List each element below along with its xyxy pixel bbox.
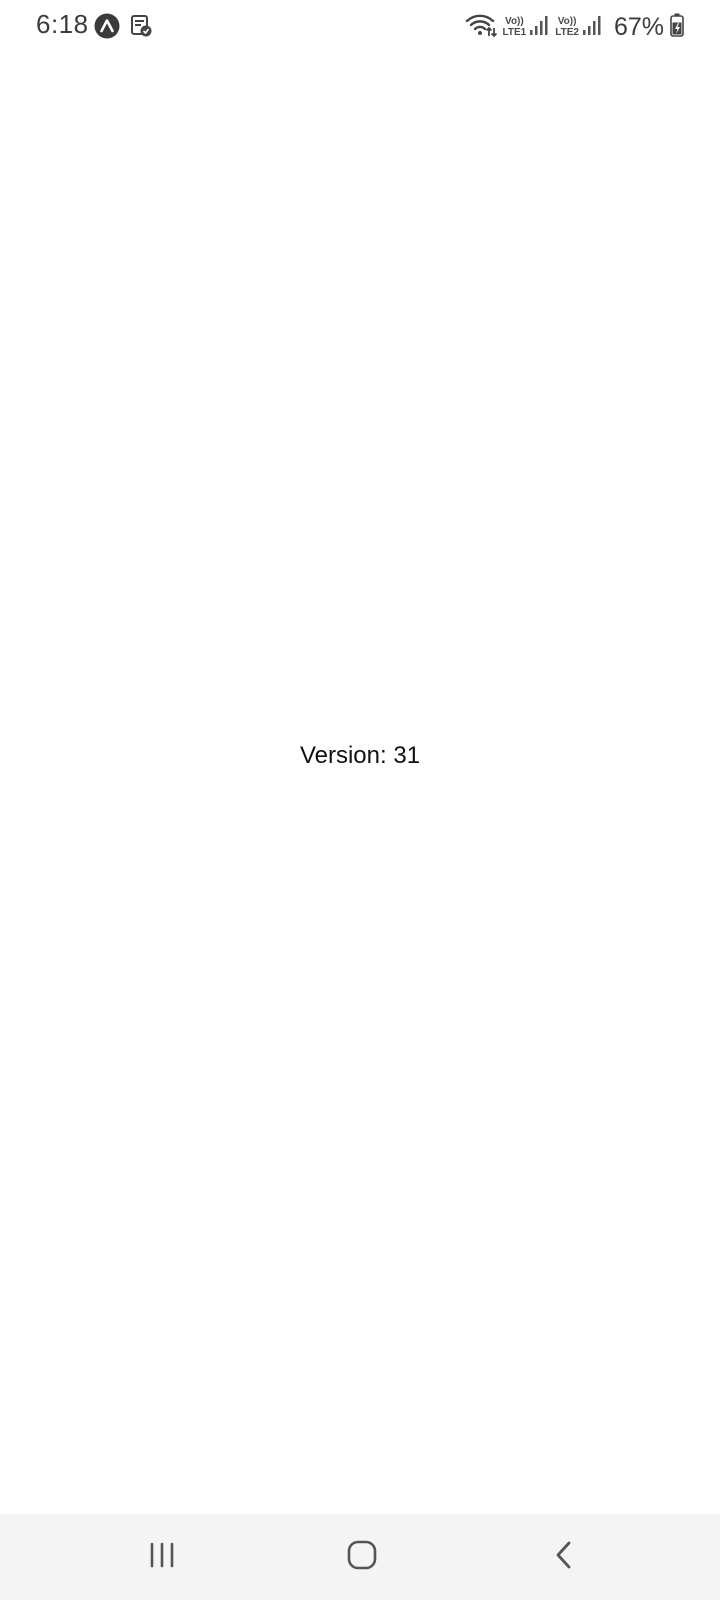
status-time: 6:18 — [36, 9, 89, 39]
wifi-icon — [465, 12, 497, 43]
sim1-signal: Vo)) LTE1 — [503, 14, 550, 41]
back-icon — [552, 1540, 576, 1575]
battery-percentage: 67% — [613, 12, 664, 41]
signal-bars-icon — [529, 14, 549, 41]
signal-bars-icon — [582, 14, 602, 41]
home-icon — [346, 1539, 378, 1576]
sim2-network: LTE2 — [555, 27, 579, 38]
main-content: Version: 31 — [0, 54, 720, 1514]
sim2-signal: Vo)) LTE2 — [555, 14, 602, 41]
sim1-label: Vo)) LTE1 — [503, 16, 527, 38]
app-notification-icon — [94, 13, 120, 44]
navigation-bar — [0, 1514, 720, 1600]
version-label: Version: 31 — [299, 742, 421, 769]
status-left-icons — [94, 13, 152, 44]
screen: 6:18 Vo)) LTE1 Vo)) LTE2 67% Version: 31 — [0, 0, 720, 1600]
recents-icon — [148, 1541, 176, 1574]
sim1-volte: Vo)) — [505, 16, 524, 27]
sim2-volte: Vo)) — [557, 16, 577, 27]
back-button[interactable] — [542, 1535, 586, 1579]
clipboard-check-icon — [130, 14, 152, 43]
status-right-icons: Vo)) LTE1 Vo)) LTE2 67% — [465, 10, 684, 44]
sim2-label: Vo)) LTE2 — [555, 16, 579, 38]
recents-button[interactable] — [140, 1535, 184, 1579]
battery-charging-icon — [670, 13, 684, 42]
home-button[interactable] — [340, 1535, 384, 1579]
sim1-network: LTE1 — [502, 27, 527, 38]
status-bar: 6:18 Vo)) LTE1 Vo)) LTE2 67% — [0, 0, 720, 54]
